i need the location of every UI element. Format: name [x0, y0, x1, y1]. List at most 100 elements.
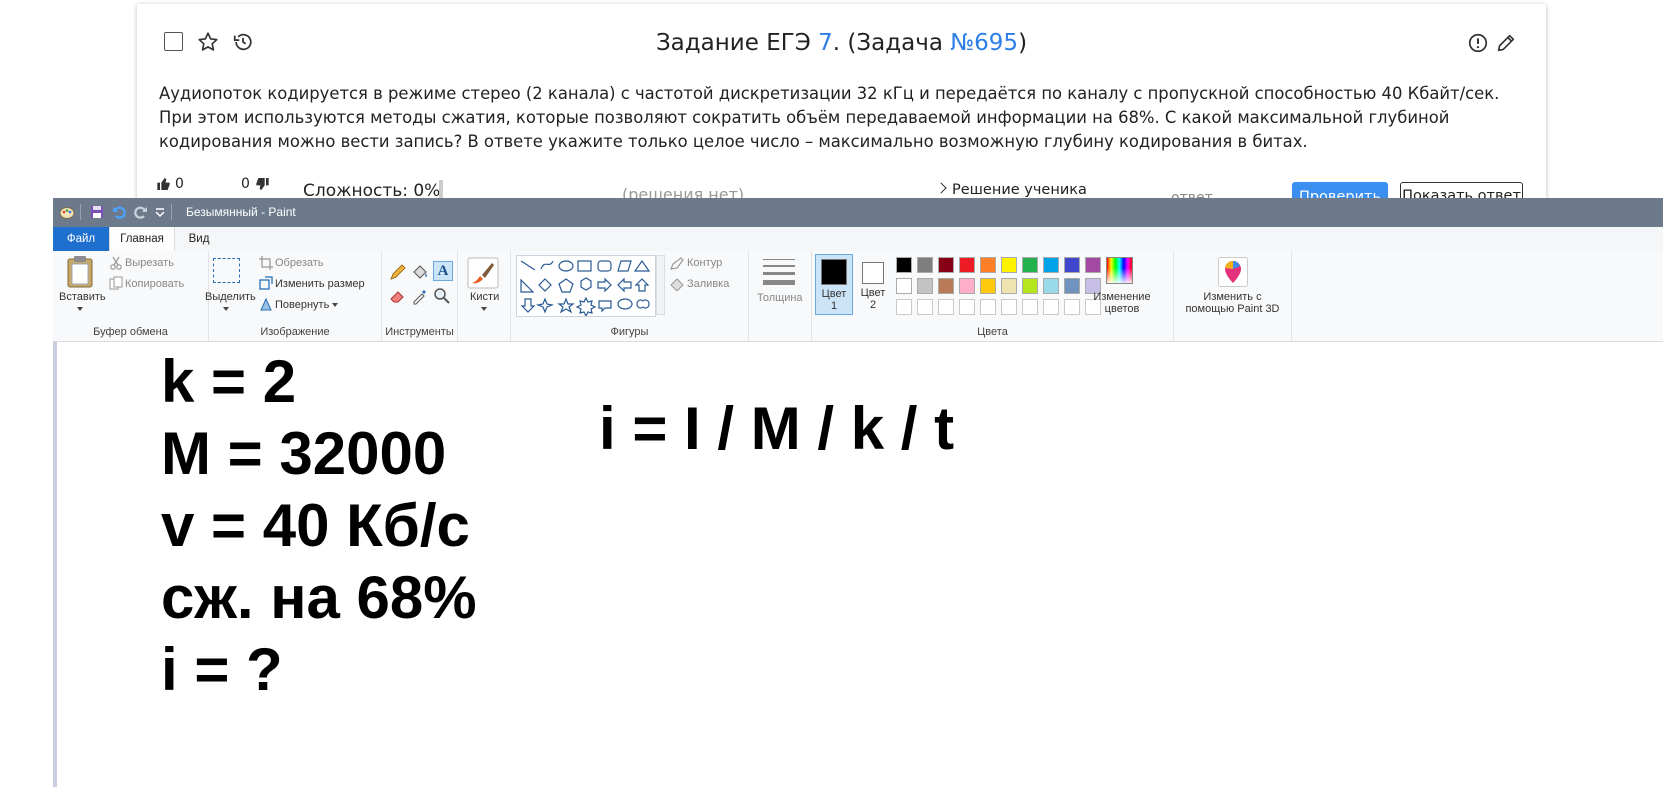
- palette-swatch[interactable]: [1022, 257, 1038, 273]
- paste-button[interactable]: Вставить: [59, 291, 106, 303]
- task-text: Аудиопоток кодируется в режиме стерео (2…: [159, 84, 1500, 151]
- copy-button[interactable]: Копировать: [125, 278, 184, 290]
- color2-button[interactable]: Цвет 2: [856, 254, 890, 315]
- tab-view[interactable]: Вид: [174, 227, 224, 251]
- palette-empty-swatch[interactable]: [959, 299, 975, 315]
- report-icon[interactable]: [1467, 32, 1489, 54]
- thumbs-up-icon[interactable]: [156, 176, 172, 192]
- paint3d-label-1: Изменить с: [1203, 291, 1262, 303]
- edit-colors-label-2: цветов: [1104, 303, 1140, 315]
- student-solution-toggle[interactable]: Решение ученика: [935, 182, 1087, 198]
- brushes-dropdown-icon[interactable]: [481, 307, 487, 311]
- title-prefix: Задание ЕГЭ: [655, 30, 819, 56]
- undo-icon[interactable]: [111, 204, 127, 220]
- palette-empty-swatch[interactable]: [938, 299, 954, 315]
- palette-swatch[interactable]: [980, 278, 996, 294]
- group-label-image: Изображение: [260, 326, 330, 338]
- color1-label: Цвет: [821, 288, 847, 300]
- crop-button[interactable]: Обрезать: [275, 257, 324, 269]
- shapes-icons: [520, 259, 651, 318]
- cut-button[interactable]: Вырезать: [125, 257, 174, 269]
- eraser-icon[interactable]: [389, 287, 407, 305]
- paste-dropdown-icon[interactable]: [77, 307, 83, 311]
- fill-button[interactable]: Заливка: [687, 278, 729, 290]
- palette-swatch[interactable]: [938, 278, 954, 294]
- palette-swatch[interactable]: [1064, 278, 1080, 294]
- redo-icon[interactable]: [133, 204, 149, 220]
- title-bar: Безымянный - Paint: [53, 198, 1663, 227]
- canvas-line-compression: сж. на 68%: [161, 564, 477, 631]
- select-button[interactable]: Выделить: [205, 291, 256, 303]
- select-icon[interactable]: [213, 258, 240, 283]
- problem-id-link[interactable]: №695: [950, 30, 1018, 56]
- drawing-canvas[interactable]: k = 2 M = 32000 v = 40 Кб/с сж. на 68% i…: [57, 342, 1663, 787]
- paint3d-icon[interactable]: [1218, 257, 1248, 287]
- magnifier-icon[interactable]: [433, 287, 451, 305]
- color1-swatch: [821, 259, 847, 285]
- palette-swatch[interactable]: [917, 257, 933, 273]
- group-label-shapes: Фигуры: [610, 326, 649, 338]
- color2-swatch: [862, 262, 884, 284]
- customize-dropdown-icon[interactable]: [152, 204, 168, 220]
- shapes-scrollbar[interactable]: [656, 255, 665, 315]
- pencil-icon[interactable]: [389, 263, 407, 281]
- palette-swatch[interactable]: [938, 257, 954, 273]
- palette-swatch[interactable]: [1022, 278, 1038, 294]
- rotate-button[interactable]: Повернуть: [275, 299, 339, 311]
- palette-empty-swatch[interactable]: [1022, 299, 1038, 315]
- palette-empty-swatch[interactable]: [1064, 299, 1080, 315]
- palette-swatch[interactable]: [1043, 257, 1059, 273]
- palette-empty-swatch[interactable]: [896, 299, 912, 315]
- resize-button[interactable]: Изменить размер: [275, 278, 365, 290]
- edit-colors-button[interactable]: Изменение цветов: [1089, 251, 1155, 321]
- thumbs-down-icon[interactable]: [254, 176, 270, 192]
- outline-button[interactable]: Контур: [687, 257, 722, 269]
- tab-home[interactable]: Главная: [109, 227, 175, 252]
- palette-swatch[interactable]: [1043, 278, 1059, 294]
- color2-number: 2: [869, 299, 877, 311]
- shapes-gallery[interactable]: [516, 255, 656, 318]
- group-colors: Цвет 1 Цвет 2 Изменение цветов Цвета: [812, 251, 1174, 341]
- palette-empty-swatch[interactable]: [1001, 299, 1017, 315]
- tab-file[interactable]: Файл: [53, 227, 109, 251]
- palette-swatch[interactable]: [896, 278, 912, 294]
- palette-swatch[interactable]: [959, 278, 975, 294]
- brush-icon[interactable]: [467, 257, 499, 289]
- paint-app-icon[interactable]: [59, 204, 75, 220]
- group-label-colors: Цвета: [977, 326, 1008, 338]
- chevron-right-icon: [935, 182, 947, 194]
- group-label-tools: Инструменты: [385, 326, 454, 338]
- palette-empty-swatch[interactable]: [917, 299, 933, 315]
- color-picker-icon[interactable]: [411, 287, 429, 305]
- palette-empty-swatch[interactable]: [980, 299, 996, 315]
- canvas-formula: i = I / M / k / t: [599, 395, 955, 462]
- student-solution-label: Решение ученика: [952, 182, 1087, 198]
- task-number-link[interactable]: 7: [818, 30, 833, 56]
- group-tools: A Инструменты: [382, 251, 458, 341]
- text-tool-icon[interactable]: A: [433, 261, 453, 281]
- palette-empty-swatch[interactable]: [1043, 299, 1059, 315]
- palette-swatch[interactable]: [980, 257, 996, 273]
- palette-swatch[interactable]: [1064, 257, 1080, 273]
- select-dropdown-icon[interactable]: [223, 307, 229, 311]
- fill-bucket-icon[interactable]: [411, 263, 429, 281]
- paste-icon[interactable]: [65, 255, 95, 289]
- color1-button[interactable]: Цвет 1: [815, 254, 853, 315]
- thickness-line: [763, 265, 795, 267]
- palette-swatch[interactable]: [1001, 278, 1017, 294]
- paint3d-label-2: помощью Paint 3D: [1185, 303, 1280, 315]
- group-clipboard: Вставить Вырезать Копировать Буфер обмен…: [53, 251, 209, 341]
- palette-swatch[interactable]: [896, 257, 912, 273]
- qa-separator: [171, 204, 172, 220]
- palette-swatch[interactable]: [959, 257, 975, 273]
- save-icon[interactable]: [89, 204, 105, 220]
- brushes-button[interactable]: Кисти: [470, 291, 499, 303]
- group-label-clipboard: Буфер обмена: [93, 326, 168, 338]
- palette-swatch[interactable]: [917, 278, 933, 294]
- palette-swatch[interactable]: [1001, 257, 1017, 273]
- thickness-line: [763, 280, 795, 285]
- window-title: Безымянный - Paint: [186, 205, 296, 219]
- thickness-button[interactable]: Толщина: [757, 292, 803, 304]
- pencil-icon[interactable]: [1495, 32, 1517, 54]
- outline-icon: [670, 257, 684, 270]
